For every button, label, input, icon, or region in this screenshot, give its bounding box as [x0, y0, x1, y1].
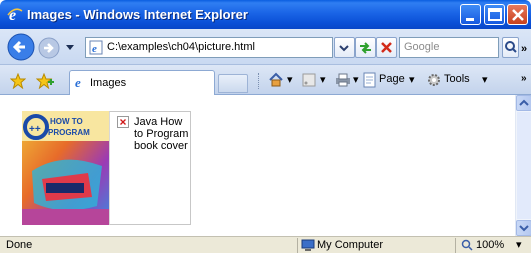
zone-label: My Computer	[317, 239, 384, 251]
recent-pages-dropdown[interactable]	[66, 45, 74, 51]
tools-menu-button[interactable]: Tools ▾	[426, 69, 494, 90]
window-title: Images - Windows Internet Explorer	[27, 7, 248, 22]
scroll-down-button[interactable]	[516, 220, 531, 236]
book-cover-image: ++ HOW TO PROGRAM	[22, 111, 109, 225]
zoom-level: 100%	[476, 239, 505, 251]
search-button[interactable]	[502, 37, 519, 58]
scroll-up-icon	[519, 99, 529, 106]
home-icon[interactable]	[268, 72, 284, 88]
page-icon: e	[89, 40, 103, 55]
page-menu-icon	[363, 72, 376, 88]
feeds-icon[interactable]	[302, 73, 316, 87]
tab-images[interactable]: e Images	[69, 70, 215, 95]
page-content: ++ HOW TO PROGRAM Java How to Program bo…	[0, 95, 515, 236]
status-bar: Done My Computer 100% ▾	[0, 236, 531, 253]
scroll-down-icon	[519, 225, 529, 232]
status-text: Done	[6, 239, 33, 251]
close-button[interactable]	[507, 4, 528, 25]
toolbar-overflow-chevron[interactable]: »	[521, 43, 527, 55]
refresh-icon	[360, 42, 371, 54]
svg-text:HOW TO: HOW TO	[50, 117, 83, 126]
scroll-track[interactable]	[517, 112, 531, 219]
stop-button[interactable]	[376, 37, 397, 58]
refresh-button[interactable]	[355, 37, 376, 58]
feeds-dropdown[interactable]: ▾	[320, 73, 326, 86]
svg-text:++: ++	[29, 124, 41, 135]
title-bar: e Images - Windows Internet Explorer	[0, 0, 531, 29]
tools-menu-chevron: ▾	[482, 74, 488, 86]
page-menu-chevron: ▾	[409, 74, 415, 86]
add-to-favorites-icon[interactable]	[36, 73, 54, 89]
print-dropdown[interactable]: ▾	[353, 73, 359, 86]
minimize-icon	[466, 18, 474, 21]
page-menu-button[interactable]: Page ▾	[363, 69, 422, 90]
zoom-dropdown-chevron[interactable]: ▾	[516, 238, 522, 251]
ie-page-icon: e	[75, 75, 81, 89]
new-tab-button[interactable]	[218, 74, 248, 93]
address-field[interactable]: e C:\examples\ch04\picture.html	[85, 37, 333, 58]
svg-text:e: e	[92, 43, 97, 55]
tab-command-bar: e Images ▾ ▾ ▾ Page ▾ Tools ▾ »	[0, 65, 531, 95]
stop-icon	[381, 42, 392, 53]
tab-label: Images	[90, 77, 127, 89]
zoom-control[interactable]: 100% ▾	[455, 238, 531, 253]
back-button[interactable]	[6, 32, 36, 62]
url-text: C:\examples\ch04\picture.html	[107, 41, 255, 53]
forward-button[interactable]	[38, 37, 60, 59]
print-icon[interactable]	[335, 73, 351, 87]
tools-menu-label: Tools	[444, 73, 470, 85]
toolbar-separator	[258, 73, 260, 89]
search-placeholder: Google	[404, 41, 440, 53]
vertical-scrollbar[interactable]	[515, 95, 531, 236]
image-alt-text: Java How to Program book cover	[134, 116, 189, 152]
chevron-down-icon	[339, 45, 349, 52]
favorites-star-icon[interactable]	[10, 73, 26, 89]
zoom-icon	[461, 239, 473, 251]
search-icon	[505, 41, 517, 53]
page-menu-label: Page	[379, 73, 405, 85]
maximize-icon	[488, 8, 502, 21]
search-input[interactable]: Google	[399, 37, 499, 58]
minimize-button[interactable]	[460, 4, 481, 25]
security-zone[interactable]: My Computer	[297, 238, 436, 253]
internet-explorer-icon: e	[7, 7, 23, 22]
svg-text:e: e	[75, 75, 81, 89]
broken-image-placeholder: Java How to Program book cover	[109, 111, 191, 225]
scroll-up-button[interactable]	[516, 95, 531, 111]
broken-image-icon	[117, 116, 129, 128]
gear-icon	[428, 74, 440, 86]
address-toolbar: e C:\examples\ch04\picture.html Google »	[0, 29, 531, 65]
address-dropdown-button[interactable]	[334, 37, 355, 58]
svg-text:PROGRAM: PROGRAM	[48, 128, 90, 137]
command-overflow-chevron[interactable]: »	[521, 73, 527, 84]
home-dropdown[interactable]: ▾	[287, 73, 293, 86]
close-icon	[512, 9, 524, 21]
computer-icon	[301, 239, 315, 251]
maximize-button[interactable]	[484, 4, 505, 25]
